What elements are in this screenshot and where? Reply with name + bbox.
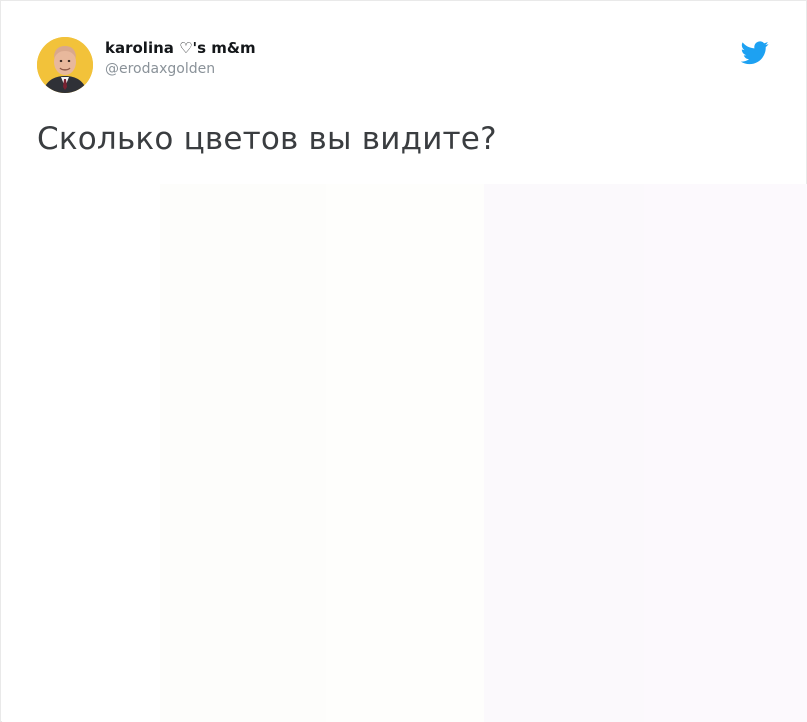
tweet-card: karolina ♡'s m&m @erodaxgolden Сколько ц… xyxy=(0,0,807,722)
color-band xyxy=(484,184,644,722)
twitter-bird-icon[interactable] xyxy=(741,41,769,65)
color-band xyxy=(2,184,160,722)
tweet-text: Сколько цветов вы видите? xyxy=(37,121,497,157)
avatar-photo-icon xyxy=(37,37,93,93)
tweet-media-image[interactable] xyxy=(2,184,807,722)
display-name[interactable]: karolina ♡'s m&m xyxy=(105,39,256,57)
avatar[interactable] xyxy=(37,37,93,93)
color-band xyxy=(326,184,484,722)
color-band xyxy=(644,184,807,722)
user-handle[interactable]: @erodaxgolden xyxy=(105,61,215,77)
color-band xyxy=(160,184,326,722)
